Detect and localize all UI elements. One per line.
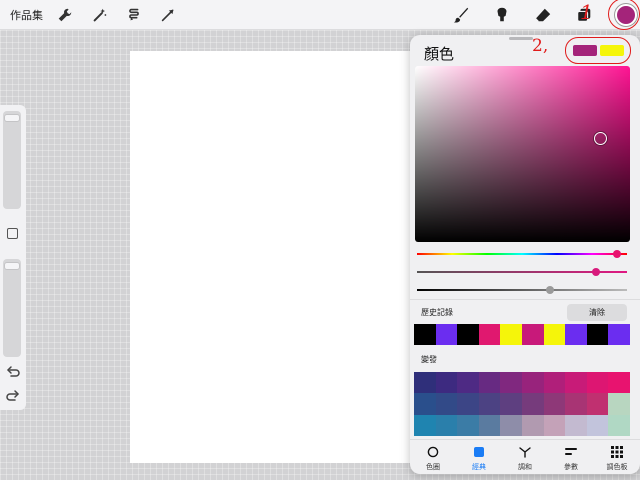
tab-label: 經典 (472, 463, 486, 471)
gradient-swatch[interactable] (543, 414, 566, 436)
secondary-color-swatch[interactable] (600, 45, 624, 56)
opacity-knob[interactable] (4, 262, 20, 270)
drawing-canvas[interactable] (130, 51, 412, 463)
saturation-knob[interactable] (592, 268, 600, 276)
hue-slider[interactable] (417, 250, 627, 258)
panel-grabber[interactable] (509, 37, 533, 40)
tab-3[interactable]: 調和 (502, 440, 548, 474)
history-label: 歷史記錄 (421, 308, 453, 317)
gradient-swatch[interactable] (543, 372, 566, 394)
opacity-slider[interactable] (3, 259, 21, 357)
left-sidebar (0, 105, 26, 410)
history-swatch[interactable] (457, 324, 479, 345)
sliders-icon (564, 445, 578, 459)
gradient-swatch[interactable] (478, 414, 501, 436)
history-swatch[interactable] (414, 324, 436, 345)
tab-label: 色圈 (426, 463, 440, 471)
square-icon (472, 445, 486, 459)
gradient-swatch[interactable] (565, 393, 587, 415)
brush-size-knob[interactable] (4, 114, 20, 122)
gradient-swatch[interactable] (565, 372, 587, 394)
top-toolbar: 作品集 (0, 0, 640, 30)
tab-2[interactable]: 經典 (456, 440, 502, 474)
brush-icon[interactable] (451, 5, 471, 25)
gradient-swatch[interactable] (478, 393, 501, 415)
divider (410, 299, 640, 300)
tab-5[interactable]: 調色板 (594, 440, 640, 474)
gallery-button[interactable]: 作品集 (10, 7, 43, 23)
clear-history-button[interactable]: 清除 (567, 304, 627, 321)
panel-title: 顏色 (424, 46, 455, 63)
tab-label: 參數 (564, 463, 578, 471)
gradient-swatch[interactable] (414, 372, 436, 394)
history-swatch[interactable] (478, 324, 501, 345)
history-swatch[interactable] (435, 324, 458, 345)
history-swatch[interactable] (521, 324, 544, 345)
tab-label: 調和 (518, 463, 532, 471)
smudge-icon[interactable] (492, 5, 512, 25)
undo-icon[interactable] (5, 365, 21, 381)
gradient-swatch[interactable] (478, 372, 501, 394)
grid-icon (610, 445, 624, 459)
gradient-row (414, 393, 630, 415)
history-swatch[interactable] (565, 324, 587, 345)
current-color-button[interactable] (615, 4, 637, 26)
selection-icon[interactable] (124, 5, 144, 25)
gradient-swatch[interactable] (543, 393, 566, 415)
tab-1[interactable]: 色圈 (410, 440, 456, 474)
gradient-swatch[interactable] (565, 414, 587, 436)
gradient-row (414, 414, 630, 436)
color-mode-tabs: 色圈 經典 調和 參數 調色板 (410, 439, 640, 474)
gradient-swatch[interactable] (608, 393, 630, 415)
gradient-swatch[interactable] (586, 414, 609, 436)
circle-icon (426, 445, 440, 459)
redo-icon[interactable] (5, 389, 21, 405)
gradient-swatch[interactable] (435, 372, 458, 394)
history-swatch[interactable] (543, 324, 566, 345)
gradient-swatch[interactable] (608, 372, 630, 394)
magic-wand-icon[interactable] (90, 5, 110, 25)
history-swatch[interactable] (500, 324, 522, 345)
gradient-swatch[interactable] (457, 414, 479, 436)
saturation-slider[interactable] (417, 268, 627, 276)
gradient-swatch[interactable] (457, 372, 479, 394)
gradient-swatch[interactable] (414, 414, 436, 436)
wrench-icon[interactable] (55, 5, 75, 25)
gradient-swatch-grid (414, 372, 630, 436)
gradient-swatch[interactable] (500, 393, 522, 415)
gradient-swatch[interactable] (586, 372, 609, 394)
hue-knob[interactable] (613, 250, 621, 258)
tab-4[interactable]: 參數 (548, 440, 594, 474)
history-swatch[interactable] (586, 324, 609, 345)
color-square-picker[interactable] (415, 66, 630, 242)
gradient-row (414, 372, 630, 394)
gradient-swatch[interactable] (457, 393, 479, 415)
gradient-swatch[interactable] (521, 393, 544, 415)
layers-icon[interactable] (574, 5, 594, 25)
history-swatches (414, 324, 630, 345)
gradient-swatch[interactable] (435, 414, 458, 436)
gradient-swatch[interactable] (586, 393, 609, 415)
brightness-slider[interactable] (417, 286, 627, 294)
gradients-label: 變發 (421, 355, 437, 364)
brush-size-slider[interactable] (3, 111, 21, 209)
primary-color-swatch[interactable] (573, 45, 597, 56)
color-panel: 顏色 歷史記錄 清除 變發 色圈 經典 調和 參數 調色板 (410, 35, 640, 474)
gradient-swatch[interactable] (521, 414, 544, 436)
gradient-swatch[interactable] (500, 372, 522, 394)
harmony-icon (518, 445, 532, 459)
history-swatch[interactable] (608, 324, 630, 345)
gradient-swatch[interactable] (435, 393, 458, 415)
gradient-swatch[interactable] (521, 372, 544, 394)
brightness-knob[interactable] (546, 286, 554, 294)
color-picker-handle[interactable] (594, 132, 607, 145)
modify-button[interactable] (7, 228, 18, 239)
gradient-swatch[interactable] (500, 414, 522, 436)
gradient-swatch[interactable] (414, 393, 436, 415)
gradient-swatch[interactable] (608, 414, 630, 436)
transform-arrow-icon[interactable] (158, 5, 178, 25)
tab-label: 調色板 (606, 463, 628, 471)
eraser-icon[interactable] (533, 5, 553, 25)
